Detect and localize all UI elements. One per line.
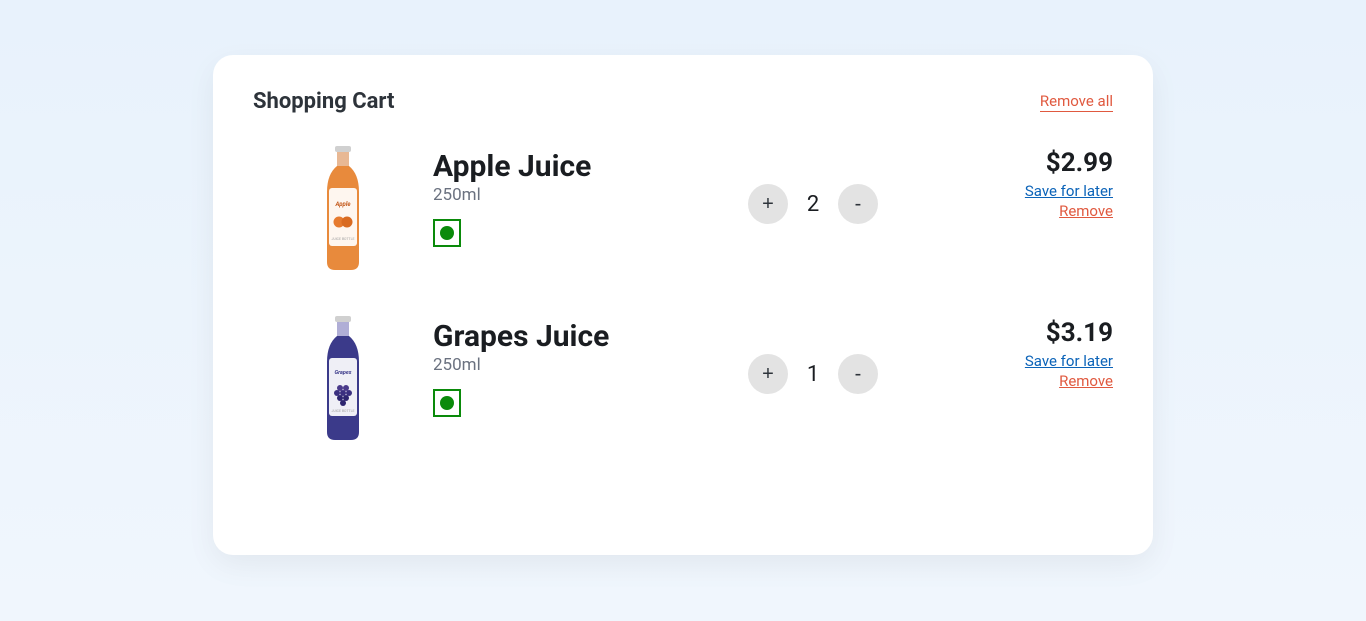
save-for-later-link[interactable]: Save for later [913,182,1113,200]
remove-item-link[interactable]: Remove [913,202,1113,220]
bottle-icon: Grapes JUICE BOTTLE [313,314,373,444]
svg-text:JUICE BOTTLE: JUICE BOTTLE [332,237,355,241]
svg-text:Grapes: Grapes [335,370,352,376]
cart-item: Grapes JUICE BOTTLE Grapes Juice 250ml +… [253,314,1113,444]
quantity-controls: + 2 - [713,144,913,224]
cart-item: Apple JUICE BOTTLE Apple Juice 250ml + 2… [253,144,1113,274]
product-name: Grapes Juice [433,320,713,353]
bottle-icon: Apple JUICE BOTTLE [313,144,373,274]
shopping-cart-card: Shopping Cart Remove all Apple JUICE BOT… [213,55,1153,555]
product-name: Apple Juice [433,150,713,183]
quantity-decrease-button[interactable]: - [838,184,878,224]
svg-text:JUICE BOTTLE: JUICE BOTTLE [332,409,355,413]
page-title: Shopping Cart [253,89,394,114]
product-info: Apple Juice 250ml [433,144,713,247]
product-info: Grapes Juice 250ml [433,314,713,417]
product-image: Apple JUICE BOTTLE [253,144,433,274]
product-image: Grapes JUICE BOTTLE [253,314,433,444]
save-for-later-link[interactable]: Save for later [913,352,1113,370]
price-section: $3.19 Save for later Remove [913,314,1113,390]
quantity-value: 1 [806,362,820,387]
quantity-increase-button[interactable]: + [748,184,788,224]
veg-indicator-icon [433,389,461,417]
item-price: $2.99 [913,148,1113,178]
item-price: $3.19 [913,318,1113,348]
product-size: 250ml [433,355,713,375]
quantity-value: 2 [806,192,820,217]
quantity-controls: + 1 - [713,314,913,394]
price-section: $2.99 Save for later Remove [913,144,1113,220]
quantity-increase-button[interactable]: + [748,354,788,394]
product-size: 250ml [433,185,713,205]
quantity-decrease-button[interactable]: - [838,354,878,394]
veg-indicator-icon [433,219,461,247]
remove-item-link[interactable]: Remove [913,372,1113,390]
svg-text:Apple: Apple [334,201,351,208]
cart-header: Shopping Cart Remove all [253,89,1113,114]
remove-all-link[interactable]: Remove all [1040,92,1113,112]
